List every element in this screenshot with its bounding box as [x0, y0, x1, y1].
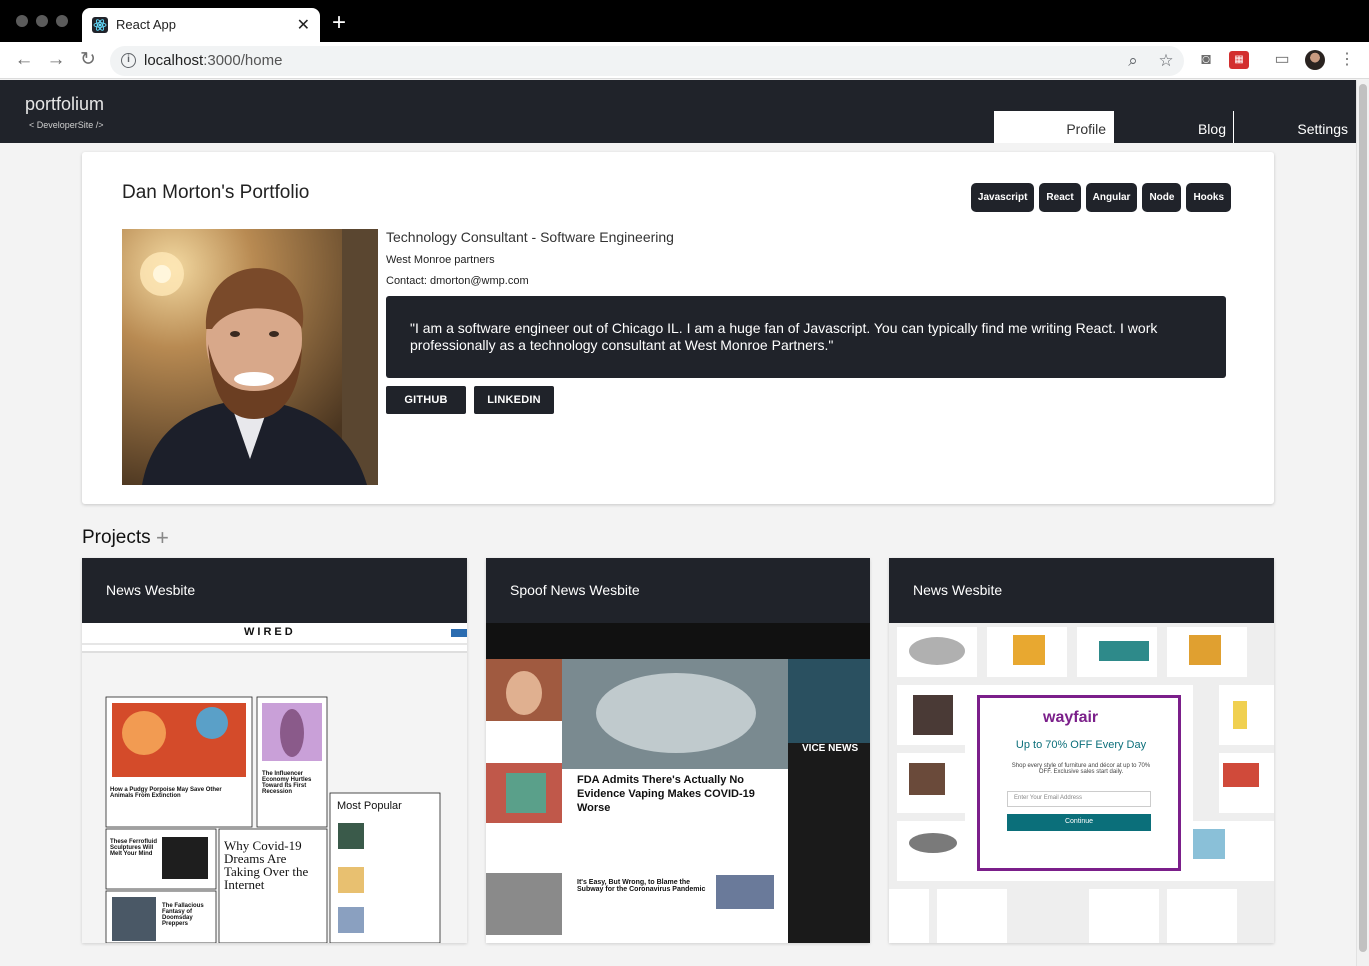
browser-tab[interactable]: React App ✕ — [82, 8, 320, 42]
mock-story: Why Covid-19 Dreams Are Taking Over the … — [224, 838, 309, 892]
project-screenshot: wayfair Up to 70% OFF Every Day Shop eve… — [889, 623, 1274, 943]
mock-headline: FDA Admits There's Actually No Evidence … — [577, 774, 755, 814]
close-tab-icon[interactable]: ✕ — [297, 15, 310, 35]
info-icon[interactable]: i — [121, 53, 136, 68]
scrollbar-thumb[interactable] — [1359, 84, 1367, 952]
project-screenshot: FDA Admits There's Actually No Evidence … — [486, 623, 870, 943]
project-card[interactable]: Spoof News Wesbite FDA Admits There's Ac… — [486, 558, 870, 943]
mock-email-placeholder: Enter Your Email Address — [1014, 795, 1083, 801]
skill-chip[interactable]: Node — [1142, 183, 1182, 212]
skill-chip[interactable]: Angular — [1085, 183, 1138, 212]
browser-profile-avatar[interactable] — [1305, 50, 1325, 70]
project-card-header: News Wesbite — [82, 558, 467, 623]
bookmark-star-icon[interactable]: ☆ — [1156, 51, 1176, 71]
project-card-header: News Wesbite — [889, 558, 1274, 623]
project-card[interactable]: News Wesbite WIRED How a Pudgy Porpoise … — [82, 558, 467, 943]
skill-chip[interactable]: Javascript — [970, 183, 1035, 212]
browser-tabstrip: React App ✕ + — [0, 0, 1369, 42]
skill-chip[interactable]: Hooks — [1186, 183, 1231, 212]
mock-story: How a Pudgy Porpoise May Save Other Anim… — [110, 787, 222, 799]
extension-icon[interactable]: ▦ — [1229, 51, 1249, 69]
bio-quote: "I am a software engineer out of Chicago… — [386, 296, 1226, 378]
mock-email-field: Enter Your Email Address — [1007, 791, 1151, 807]
forward-icon[interactable]: → — [44, 48, 68, 72]
job-title: Technology Consultant - Software Enginee… — [386, 229, 674, 245]
project-screenshot: WIRED How a Pudgy Porpoise May Save Othe… — [82, 623, 467, 943]
cast-icon[interactable]: ▭ — [1272, 50, 1292, 70]
profile-photo — [122, 229, 378, 485]
mock-offer: Up to 70% OFF Every Day — [1015, 739, 1147, 751]
tab-settings[interactable]: Settings — [1234, 111, 1356, 143]
address-bar[interactable]: i localhost:3000/home ⌕ ☆ — [110, 46, 1184, 76]
mock-headline: It's Easy, But Wrong, to Blame the Subwa… — [577, 879, 706, 893]
mock-section-label: VICE NEWS — [802, 743, 859, 754]
maximize-window-dot[interactable] — [56, 15, 68, 27]
mock-continue-button: Continue — [1007, 814, 1151, 831]
project-card[interactable]: News Wesbite wayfair Up to 70% OFF Every… — [889, 558, 1274, 943]
tab-blog[interactable]: Blog — [1114, 111, 1234, 143]
mock-story: The Fallacious Fantasy of Doomsday Prepp… — [162, 903, 204, 927]
linkedin-button[interactable]: LINKEDIN — [474, 386, 554, 414]
brand-logo[interactable]: portfolium — [25, 94, 104, 115]
more-menu-icon[interactable]: ⋮ — [1337, 50, 1357, 70]
projects-heading: Projects — [82, 527, 151, 548]
page-scrollbar[interactable] — [1356, 80, 1369, 966]
profile-card: Dan Morton's Portfolio Javascript React … — [82, 152, 1274, 504]
app-header: portfolium < DeveloperSite /> Profile Bl… — [0, 80, 1356, 143]
tab-profile[interactable]: Profile — [994, 111, 1114, 143]
add-project-icon[interactable]: + — [156, 525, 169, 551]
tab-title: React App — [116, 17, 176, 32]
project-title: News Wesbite — [106, 582, 196, 598]
react-favicon-icon — [92, 17, 108, 33]
close-window-dot[interactable] — [16, 15, 28, 27]
mock-wired-logo: WIRED — [244, 626, 296, 638]
skill-chip[interactable]: React — [1039, 183, 1081, 212]
mock-story: The Influencer Economy Hurtles Toward It… — [262, 771, 312, 795]
mock-story: These Ferrofluid Sculptures Will Melt Yo… — [110, 839, 158, 857]
project-title: Spoof News Wesbite — [510, 582, 640, 598]
project-card-header: Spoof News Wesbite — [486, 558, 870, 623]
back-icon[interactable]: ← — [12, 48, 36, 72]
page-title: Dan Morton's Portfolio — [122, 182, 310, 203]
browser-toolbar: ← → ↻ i localhost:3000/home ⌕ ☆ ◙ ▦ ▭ ⋮ — [0, 42, 1369, 79]
mock-blurb: Shop every style of furniture and décor … — [1011, 763, 1151, 775]
new-tab-icon[interactable]: + — [332, 8, 346, 38]
mock-wayfair-logo: wayfair — [1043, 709, 1099, 726]
project-title: News Wesbite — [913, 582, 1003, 598]
mock-most-popular: Most Popular — [337, 800, 402, 812]
minimize-window-dot[interactable] — [36, 15, 48, 27]
skill-chips: Javascript React Angular Node Hooks — [970, 183, 1231, 212]
contact-email: Contact: dmorton@wmp.com — [386, 275, 529, 287]
company-name: West Monroe partners — [386, 254, 495, 266]
reload-icon[interactable]: ↻ — [76, 48, 100, 72]
camera-icon[interactable]: ◙ — [1196, 50, 1216, 70]
mock-continue-label: Continue — [1064, 818, 1094, 825]
github-button[interactable]: GITHUB — [386, 386, 466, 414]
url-text: localhost:3000/home — [144, 52, 283, 69]
zoom-icon[interactable]: ⌕ — [1123, 51, 1143, 71]
brand-subtitle: < DeveloperSite /> — [29, 120, 104, 130]
